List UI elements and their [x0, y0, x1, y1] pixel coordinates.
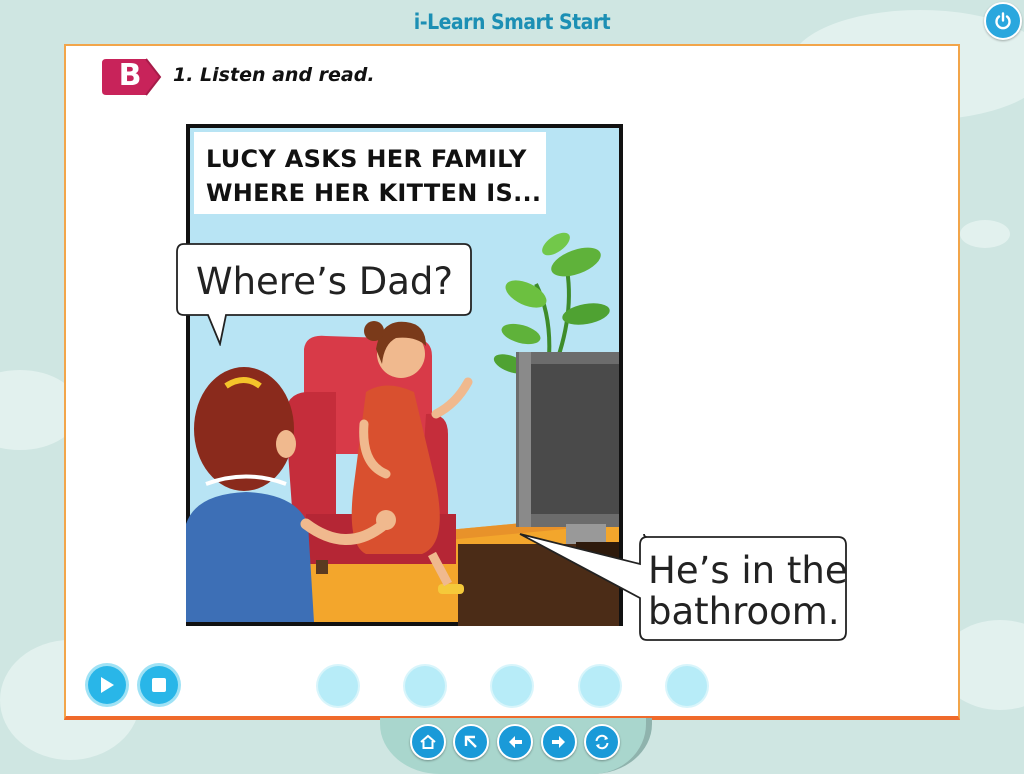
previous-icon — [509, 736, 522, 748]
play-icon — [101, 677, 114, 693]
next-button[interactable] — [541, 724, 577, 760]
refresh-icon — [595, 734, 609, 750]
bubble-answer-line-1: He’s in the — [648, 549, 848, 592]
background-cloud — [960, 220, 1010, 248]
page-dot-4[interactable] — [580, 666, 620, 706]
back-up-icon — [464, 735, 477, 748]
page-dot-5[interactable] — [667, 666, 707, 706]
previous-button[interactable] — [497, 724, 533, 760]
bubble-question-text: Where’s Dad? — [196, 260, 454, 303]
page-dot-2[interactable] — [405, 666, 445, 706]
bubble-answer-text: He’s in the bathroom. — [648, 550, 848, 632]
next-icon — [552, 736, 565, 748]
refresh-button[interactable] — [584, 724, 620, 760]
caption-line-1: LUCY ASKS HER FAMILY — [206, 145, 527, 173]
audio-controls — [66, 666, 958, 714]
section-badge: B — [102, 57, 162, 97]
stop-icon — [152, 678, 166, 692]
bubble-answer-line-2: bathroom. — [648, 590, 840, 633]
lesson-panel: B 1. Listen and read. LUCY ASKS HER FAMI… — [64, 44, 960, 720]
app-title: i-Learn Smart Start — [413, 10, 611, 34]
page-dot-1[interactable] — [318, 666, 358, 706]
page-dot-3[interactable] — [492, 666, 532, 706]
home-button[interactable] — [410, 724, 446, 760]
play-button[interactable] — [88, 666, 126, 704]
power-button[interactable] — [984, 2, 1022, 40]
instruction-text: 1. Listen and read. — [173, 64, 375, 86]
television — [516, 352, 619, 544]
power-icon — [995, 12, 1011, 30]
comic-caption: LUCY ASKS HER FAMILY WHERE HER KITTEN IS… — [194, 132, 546, 214]
back-up-button[interactable] — [453, 724, 489, 760]
stop-button[interactable] — [140, 666, 178, 704]
home-icon — [420, 734, 436, 749]
section-letter: B — [118, 58, 142, 93]
caption-line-2: WHERE HER KITTEN IS... — [206, 179, 542, 207]
